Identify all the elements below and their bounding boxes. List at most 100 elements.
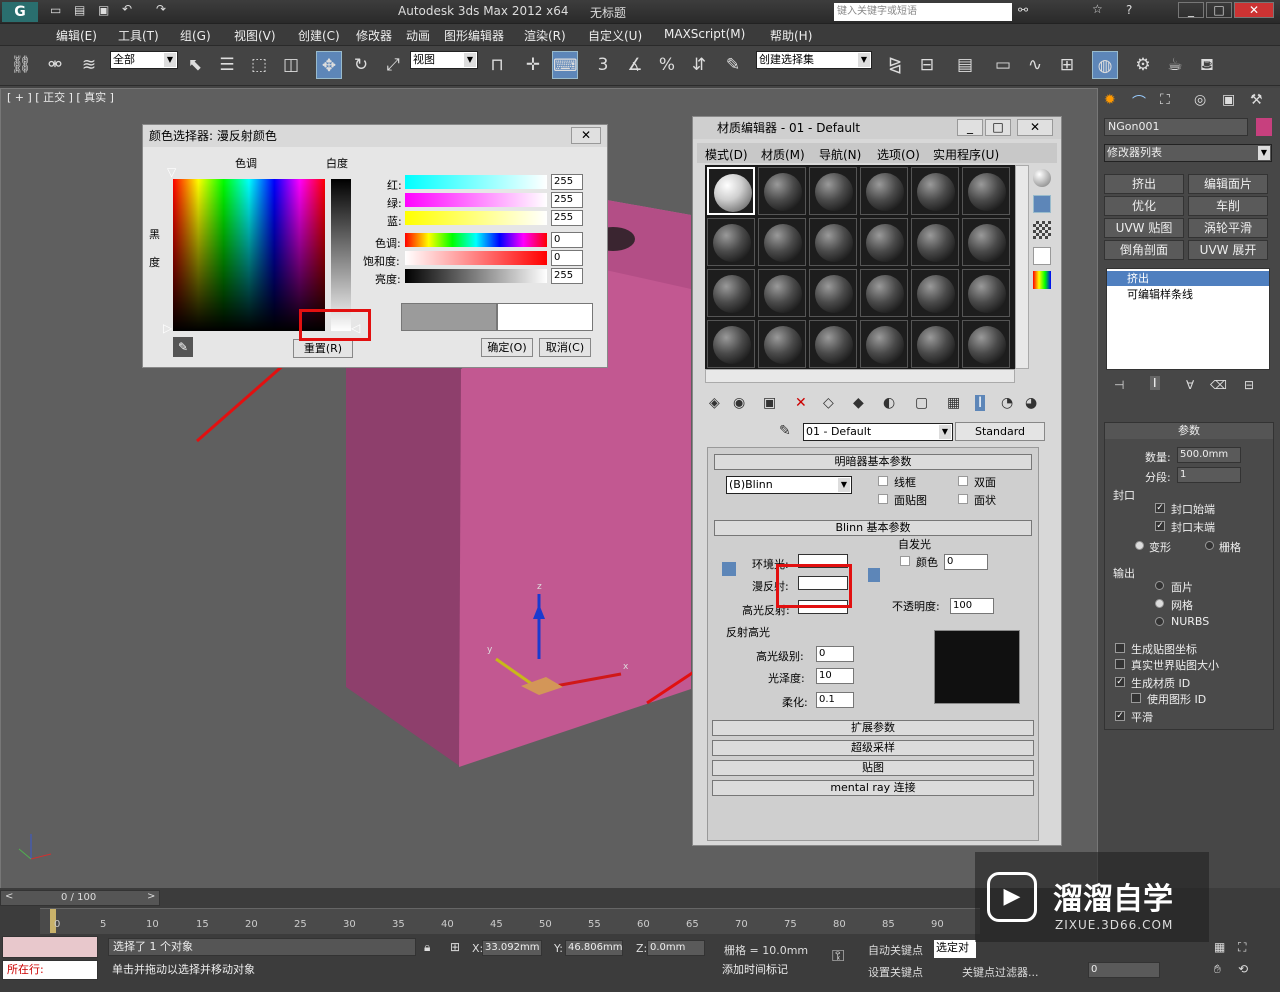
make-unique-icon[interactable]: ◆ — [853, 395, 864, 411]
self-illum-spinner[interactable]: 0 — [944, 554, 988, 570]
backlight-icon[interactable] — [1033, 195, 1051, 213]
blackness-pointer-icon[interactable]: ▷ — [163, 321, 172, 335]
grid-radio[interactable] — [1205, 541, 1214, 550]
tiling-icon[interactable] — [1033, 247, 1051, 265]
modifier-button-turbosmooth[interactable]: 涡轮平滑 — [1188, 218, 1268, 238]
binoculars-icon[interactable]: ⚯ — [1018, 3, 1028, 17]
sample-slot[interactable] — [962, 218, 1010, 266]
manipulate-icon[interactable]: ✛ — [520, 51, 546, 79]
menu-help[interactable]: 帮助(H) — [770, 27, 812, 44]
nurbs-radio[interactable] — [1155, 617, 1164, 626]
lock-selection-icon[interactable]: 🔒︎ — [424, 940, 430, 955]
make-unique-icon[interactable]: ∀ — [1186, 378, 1194, 392]
sample-scrollbar-h[interactable] — [705, 369, 1015, 383]
hue-slider[interactable] — [405, 233, 547, 247]
app-logo-icon[interactable]: G — [2, 2, 38, 22]
qa-redo-icon[interactable]: ↷ — [156, 2, 166, 16]
align-icon[interactable]: ⊟ — [914, 51, 940, 79]
pin-stack-icon[interactable]: ⊣ — [1114, 378, 1124, 392]
mat-menu-mode[interactable]: 模式(D) — [705, 146, 748, 163]
blinn-rollout-header[interactable]: Blinn 基本参数 — [714, 520, 1032, 536]
modifier-button-bevel-profile[interactable]: 倒角剖面 — [1104, 240, 1184, 260]
gen-map-coords-checkbox[interactable] — [1115, 643, 1125, 653]
sample-slot[interactable] — [707, 167, 755, 215]
mat-menu-navigation[interactable]: 导航(N) — [819, 146, 861, 163]
menu-view[interactable]: 视图(V) — [234, 27, 276, 44]
menu-group[interactable]: 组(G) — [180, 27, 211, 44]
extended-params-rollout[interactable]: 扩展参数 — [712, 720, 1034, 736]
mat-menu-utilities[interactable]: 实用程序(U) — [933, 146, 999, 163]
real-world-map-checkbox[interactable] — [1115, 659, 1125, 669]
curve-editor-icon[interactable]: ∿ — [1022, 51, 1048, 79]
z-coord-field[interactable]: 0.0mm — [647, 940, 705, 956]
modifier-button-lathe[interactable]: 车削 — [1188, 196, 1268, 216]
material-id-icon[interactable]: ▢ — [915, 395, 928, 411]
modifier-button-optimize[interactable]: 优化 — [1104, 196, 1184, 216]
cap-end-checkbox[interactable]: ✓ — [1155, 521, 1165, 531]
material-editor-icon[interactable]: ◍ — [1092, 51, 1118, 79]
layer-manager-icon[interactable]: ▤ — [952, 51, 978, 79]
close-button[interactable]: ✕ — [1234, 2, 1274, 18]
get-material-icon[interactable]: ◈ — [709, 395, 720, 411]
menu-create[interactable]: 创建(C) — [298, 27, 340, 44]
mental-ray-rollout[interactable]: mental ray 连接 — [712, 780, 1034, 796]
sample-slot[interactable] — [860, 167, 908, 215]
selection-filter-select[interactable]: 全部 ▼ — [110, 51, 178, 69]
angle-snap-icon[interactable]: ∡ — [622, 51, 648, 79]
menu-tools[interactable]: 工具(T) — [118, 27, 159, 44]
spec-level-spinner[interactable]: 0 — [816, 646, 854, 662]
saturation-slider[interactable] — [405, 251, 547, 265]
green-slider[interactable] — [405, 193, 547, 207]
minimize-button[interactable]: _ — [957, 119, 983, 136]
hue-pointer-icon[interactable]: ▽ — [167, 165, 176, 179]
assign-to-selection-icon[interactable]: ▣ — [763, 395, 776, 411]
sample-slot[interactable] — [758, 269, 806, 317]
menu-edit[interactable]: 编辑(E) — [56, 27, 97, 44]
sample-slot[interactable] — [758, 218, 806, 266]
select-by-name-icon[interactable]: ☰ — [214, 51, 240, 79]
search-input[interactable]: 键入关键字或短语 — [834, 3, 1012, 21]
snap-3d-icon[interactable]: 3 — [590, 51, 616, 79]
sample-slot[interactable] — [911, 269, 959, 317]
gen-matid-checkbox[interactable]: ✓ — [1115, 677, 1125, 687]
red-spinner[interactable]: 255 — [551, 174, 583, 190]
patch-radio[interactable] — [1155, 581, 1164, 590]
close-icon[interactable]: ✕ — [1017, 119, 1053, 136]
zoom-extents-icon[interactable]: ▦ — [1214, 940, 1225, 954]
prev-frame-icon[interactable]: < — [5, 891, 13, 902]
background-icon[interactable] — [1033, 221, 1051, 239]
maximize-viewport-icon[interactable]: ⛶ — [1238, 940, 1246, 955]
pivot-center-icon[interactable]: ⊓ — [484, 51, 510, 79]
stack-item-editable-spline[interactable]: 可编辑样条线 — [1107, 287, 1269, 302]
trackbar[interactable]: 0 5 10 15 20 25 30 35 40 45 50 55 60 65 … — [40, 908, 980, 934]
show-end-result-icon[interactable]: Ⅰ — [1150, 376, 1160, 390]
sample-slot[interactable] — [707, 320, 755, 368]
select-scale-icon[interactable]: ⤢ — [380, 51, 406, 79]
menu-maxscript[interactable]: MAXScript(M) — [664, 27, 745, 41]
qa-new-icon[interactable]: ▭ — [50, 3, 61, 17]
amount-spinner[interactable]: 500.0mm — [1177, 447, 1241, 463]
glossiness-spinner[interactable]: 10 — [816, 668, 854, 684]
y-coord-field[interactable]: 46.806mm — [565, 940, 623, 956]
material-type-button[interactable]: Standard — [955, 422, 1045, 441]
show-map-icon[interactable]: ▦ — [947, 395, 960, 411]
supersampling-rollout[interactable]: 超级采样 — [712, 740, 1034, 756]
make-copy-icon[interactable]: ◇ — [823, 395, 834, 411]
reset-button[interactable]: 重置(R) — [293, 339, 353, 358]
modifier-button-unwrap-uvw[interactable]: UVW 展开 — [1188, 240, 1268, 260]
remove-modifier-icon[interactable]: ⌫ — [1210, 378, 1227, 392]
use-shape-id-checkbox[interactable] — [1131, 693, 1141, 703]
ref-coord-select[interactable]: 视图 ▼ — [410, 51, 478, 69]
stack-item-extrude[interactable]: 挤出 — [1107, 271, 1269, 286]
two-sided-checkbox[interactable] — [958, 476, 968, 486]
display-tab-icon[interactable]: ▣ — [1222, 92, 1235, 108]
modifier-button-edit-patch[interactable]: 编辑面片 — [1188, 174, 1268, 194]
red-slider[interactable] — [405, 175, 547, 189]
modifier-button-extrude[interactable]: 挤出 — [1104, 174, 1184, 194]
add-time-tag-button[interactable]: 添加时间标记 — [694, 962, 824, 980]
modifier-list-select[interactable]: 修改器列表 ▼ — [1104, 144, 1272, 162]
bind-spacewarp-icon[interactable]: ≋ — [76, 51, 102, 79]
maximize-button[interactable]: □ — [1206, 2, 1232, 18]
hue-spinner[interactable]: 0 — [551, 232, 583, 248]
pan-icon[interactable]: ✋︎ — [1214, 962, 1221, 977]
